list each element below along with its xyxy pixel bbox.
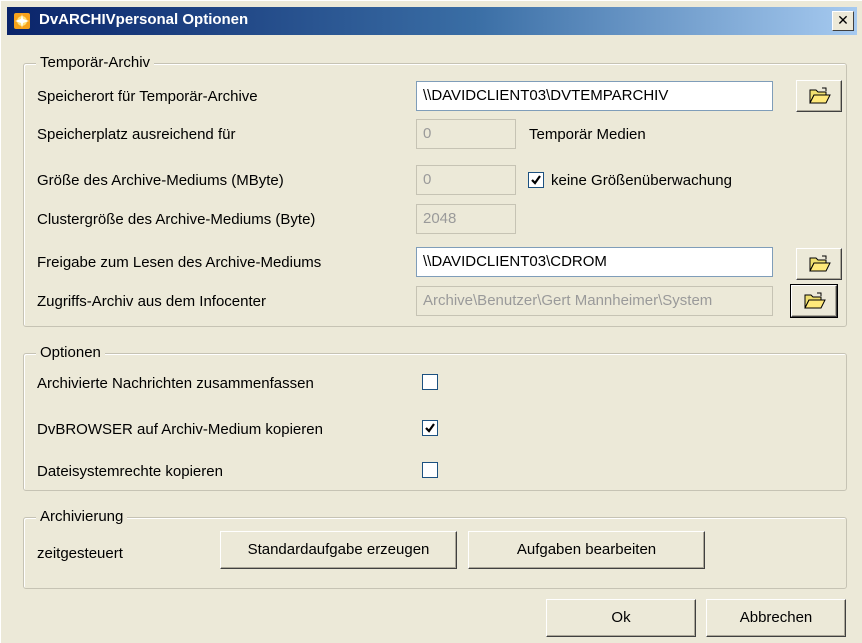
space-suffix: Temporär Medien xyxy=(529,126,646,143)
cluster-label: Clustergröße des Archive-Mediums (Byte) xyxy=(37,211,316,228)
size-input: 0 xyxy=(416,165,516,195)
window-title: DvARCHIVpersonal Optionen xyxy=(39,11,249,28)
options-dialog: DvARCHIVpersonal Optionen ✕ Temporär-Arc… xyxy=(0,0,862,643)
option-label: Archivierte Nachrichten zusammenfassen xyxy=(37,375,314,392)
merge-messages-checkbox[interactable] xyxy=(422,374,438,390)
copy-browser-checkbox[interactable] xyxy=(422,420,438,436)
close-button[interactable]: ✕ xyxy=(832,11,854,31)
temp-archive-legend: Temporär-Archiv xyxy=(36,54,155,71)
checkmark-icon xyxy=(531,175,541,185)
option-label: Dateisystemrechte kopieren xyxy=(37,463,223,480)
share-label: Freigabe zum Lesen des Archive-Mediums xyxy=(37,254,322,271)
checkmark-icon xyxy=(425,423,435,433)
archiving-legend: Archivierung xyxy=(36,508,128,525)
title-bar[interactable]: DvARCHIVpersonal Optionen ✕ xyxy=(7,7,857,35)
open-folder-icon xyxy=(804,292,826,309)
space-input: 0 xyxy=(416,119,516,149)
browse-location-button[interactable] xyxy=(796,80,842,112)
ok-button[interactable]: Ok xyxy=(546,599,696,637)
no-size-check-label[interactable]: keine Größenüberwachung xyxy=(551,172,732,189)
edit-tasks-button[interactable]: Aufgaben bearbeiten xyxy=(468,531,705,569)
close-icon: ✕ xyxy=(837,12,849,28)
browse-share-button[interactable] xyxy=(796,248,842,280)
app-icon xyxy=(13,12,31,30)
open-folder-icon xyxy=(809,87,831,104)
share-input[interactable]: \\DAVIDCLIENT03\CDROM xyxy=(416,247,773,277)
location-input[interactable]: \\DAVIDCLIENT03\DVTEMPARCHIV xyxy=(416,81,773,111)
location-label: Speicherort für Temporär-Archive xyxy=(37,88,258,105)
size-label: Größe des Archive-Mediums (MByte) xyxy=(37,172,284,189)
space-label: Speicherplatz ausreichend für xyxy=(37,126,236,143)
options-legend: Optionen xyxy=(36,344,105,361)
open-folder-icon xyxy=(809,255,831,272)
option-label: DvBROWSER auf Archiv-Medium kopieren xyxy=(37,421,323,438)
copy-fs-rights-checkbox[interactable] xyxy=(422,462,438,478)
access-label: Zugriffs-Archiv aus dem Infocenter xyxy=(37,293,266,310)
create-default-task-button[interactable]: Standardaufgabe erzeugen xyxy=(220,531,457,569)
no-size-check-checkbox[interactable] xyxy=(528,172,544,188)
cluster-input: 2048 xyxy=(416,204,516,234)
cancel-button[interactable]: Abbrechen xyxy=(706,599,846,637)
browse-access-button[interactable] xyxy=(790,284,838,318)
access-input: Archive\Benutzer\Gert Mannheimer\System xyxy=(416,286,773,316)
scheduled-label: zeitgesteuert xyxy=(37,545,123,562)
